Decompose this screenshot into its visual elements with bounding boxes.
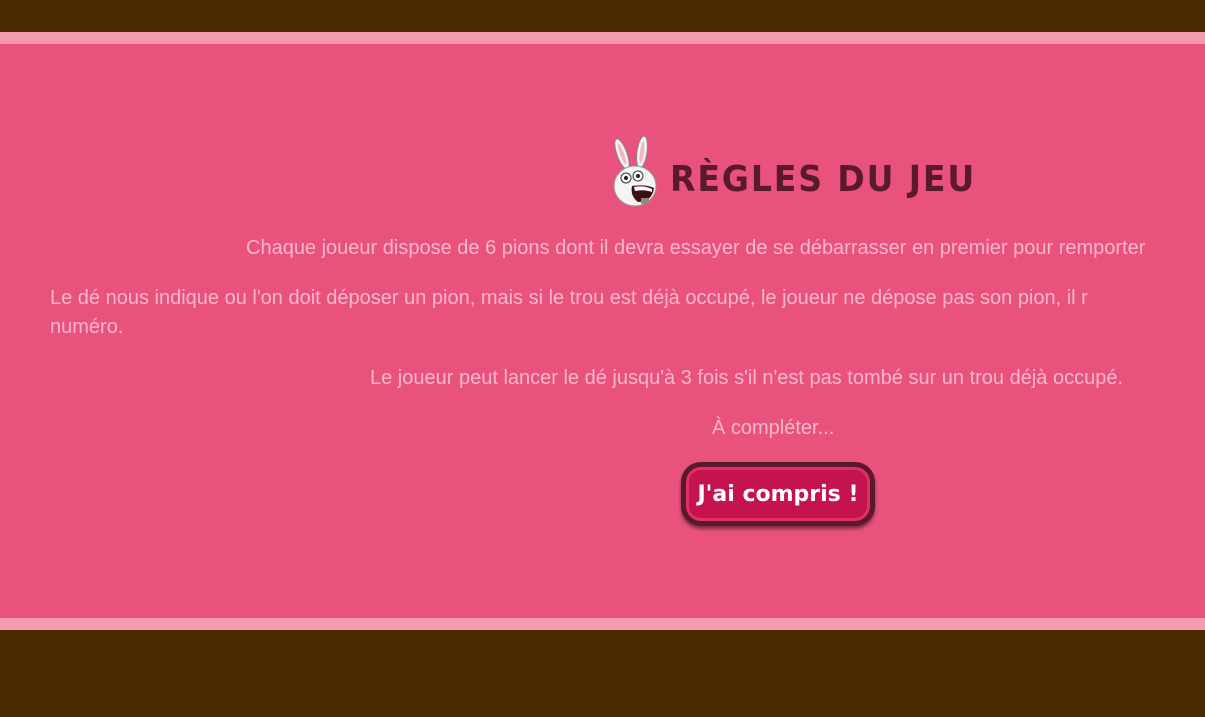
- top-stripe: [0, 32, 1205, 44]
- rules-paragraph-2: Le dé nous indique ou l'on doit déposer …: [50, 284, 1088, 342]
- rules-paragraph-2-line-1: Le dé nous indique ou l'on doit déposer …: [50, 287, 1088, 309]
- rules-paragraph-1: Chaque joueur dispose de 6 pions dont il…: [246, 237, 1146, 259]
- page-title: RÈGLES DU JEU: [670, 158, 977, 200]
- rabbid-icon: [613, 136, 657, 207]
- rules-paragraph-2-line-2: numéro.: [50, 316, 124, 338]
- understood-button[interactable]: J'ai compris !: [681, 462, 875, 526]
- bottom-bar: [0, 630, 1205, 717]
- rules-paragraph-3: Le joueur peut lancer le dé jusqu'à 3 fo…: [370, 367, 1124, 389]
- top-bar: [0, 0, 1205, 32]
- bottom-stripe: [0, 618, 1205, 630]
- title-row: RÈGLES DU JEU: [608, 136, 1003, 208]
- rules-panel: RÈGLES DU JEU Chaque joueur dispose de 6…: [0, 44, 1205, 618]
- rules-paragraph-4: À compléter...: [712, 417, 835, 439]
